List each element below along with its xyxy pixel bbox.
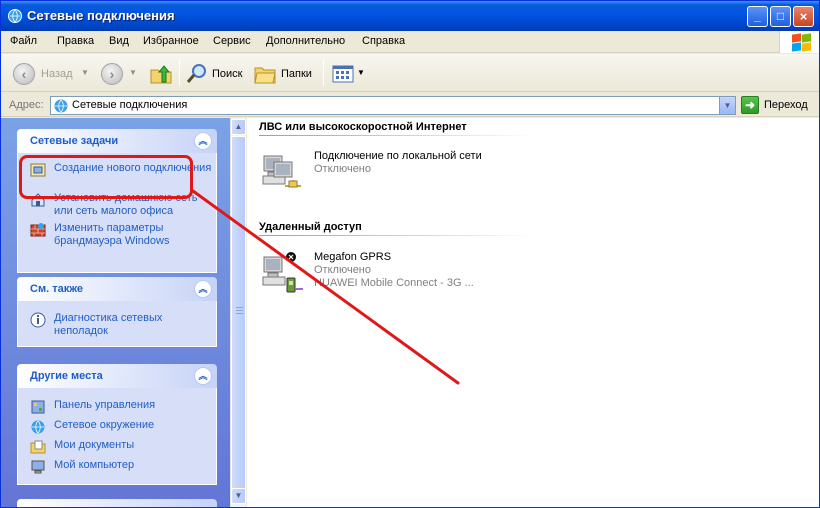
task-label[interactable]: Сетевое окружение <box>54 419 214 432</box>
lan-connection-icon <box>262 155 301 188</box>
panel-header[interactable]: См. также ︽ <box>17 277 217 301</box>
menu-advanced[interactable]: Дополнительно <box>266 35 345 47</box>
annotation-highlight-box <box>19 155 193 199</box>
folders-icon[interactable] <box>253 62 277 86</box>
task-label[interactable]: Изменить параметры брандмауэра Windows <box>54 222 214 248</box>
back-dropdown-icon[interactable]: ▼ <box>81 68 89 77</box>
task-label[interactable]: Панель управления <box>54 399 214 412</box>
collapse-chevron-icon[interactable]: ︽ <box>194 280 212 298</box>
window-title: Сетевые подключения <box>27 8 175 23</box>
network-places-icon <box>31 420 45 434</box>
forward-dropdown-icon[interactable]: ▼ <box>129 68 137 77</box>
minimize-button[interactable]: _ <box>747 6 768 27</box>
search-icon[interactable] <box>185 62 209 86</box>
connections-view: ЛВС или высокоскоростной Интернет Подклю… <box>247 118 819 507</box>
connection-device: HUAWEI Mobile Connect - 3G ... <box>314 277 474 289</box>
task-control-panel[interactable]: Панель управления <box>18 396 216 416</box>
dialup-connection-icon <box>262 252 303 293</box>
panel-title: См. также <box>30 283 83 295</box>
collapse-chevron-icon[interactable]: ︽ <box>194 132 212 150</box>
panel-title: Сетевые задачи <box>30 135 119 147</box>
connection-name: Megafon GPRS <box>314 251 392 263</box>
scroll-down-icon[interactable]: ▼ <box>231 488 246 504</box>
title-bar[interactable]: Сетевые подключения _ □ × <box>1 1 819 31</box>
panel-header[interactable]: Сетевые задачи ︽ <box>17 129 217 153</box>
panel-other-places: Другие места ︽ Панель управления Сетевое… <box>17 364 217 485</box>
menu-help[interactable]: Справка <box>362 35 405 47</box>
scroll-up-icon[interactable]: ▲ <box>231 119 246 135</box>
connection-status: Отключено <box>314 264 371 276</box>
group-title-dialup: Удаленный доступ <box>259 221 362 233</box>
my-documents-icon <box>30 440 46 454</box>
connection-name: Подключение по локальной сети <box>314 150 482 162</box>
close-button[interactable]: × <box>793 6 814 27</box>
menu-file[interactable]: Файл <box>10 35 37 47</box>
forward-arrow-icon[interactable]: › <box>101 63 123 85</box>
connection-text: Подключение по локальной сети Отключено <box>314 150 514 176</box>
task-pane-scrollbar[interactable]: ▲ ▼ <box>230 118 246 507</box>
task-my-computer[interactable]: Мой компьютер <box>18 456 216 476</box>
maximize-button[interactable]: □ <box>770 6 791 27</box>
connection-item-lan[interactable]: Подключение по локальной сети Отключено <box>261 150 521 198</box>
my-computer-icon <box>31 460 45 474</box>
windows-logo-icon <box>779 31 819 53</box>
task-label[interactable]: Мои документы <box>54 439 214 452</box>
group-title-lan: ЛВС или высокоскоростной Интернет <box>259 121 467 133</box>
go-button-label[interactable]: Переход <box>764 99 808 111</box>
toolbar-separator <box>179 60 180 86</box>
panel-body: Панель управления Сетевое окружение Мои … <box>17 388 217 485</box>
task-my-documents[interactable]: Мои документы <box>18 436 216 456</box>
search-button-label[interactable]: Поиск <box>212 68 242 80</box>
panel-network-tasks: Сетевые задачи ︽ Создание нового подключ… <box>17 129 217 273</box>
group-divider <box>259 135 537 136</box>
panel-see-also: См. также ︽ Диагностика сетевых неполадо… <box>17 277 217 347</box>
toolbar-separator <box>323 60 324 86</box>
menu-view[interactable]: Вид <box>109 35 129 47</box>
connection-text: Megafon GPRS Отключено HUAWEI Mobile Con… <box>314 251 514 290</box>
address-bar: Адрес: Сетевые подключения ▼ ➜ Переход <box>1 93 819 117</box>
info-icon <box>30 312 46 328</box>
panel-title: Другие места <box>30 370 103 382</box>
panel-header[interactable]: Другие места ︽ <box>17 364 217 388</box>
panel-header[interactable] <box>17 499 217 507</box>
task-label[interactable]: Диагностика сетевых неполадок <box>54 312 214 338</box>
explorer-window: Сетевые подключения _ □ × Файл Правка Ви… <box>0 0 820 508</box>
network-connections-icon <box>8 9 22 23</box>
address-input[interactable]: Сетевые подключения ▼ <box>50 96 736 115</box>
network-connections-icon <box>54 99 68 113</box>
menu-edit[interactable]: Правка <box>57 35 94 47</box>
go-arrow-icon[interactable]: ➜ <box>741 96 759 114</box>
connection-item-megafon[interactable]: Megafon GPRS Отключено HUAWEI Mobile Con… <box>261 251 521 299</box>
collapse-chevron-icon[interactable]: ︽ <box>194 367 212 385</box>
back-arrow-icon[interactable]: ‹ <box>13 63 35 85</box>
panel-details <box>17 499 217 507</box>
menu-favorites[interactable]: Избранное <box>143 35 199 47</box>
task-network-places[interactable]: Сетевое окружение <box>18 416 216 436</box>
menu-tools[interactable]: Сервис <box>213 35 251 47</box>
menu-bar: Файл Правка Вид Избранное Сервис Дополни… <box>1 31 819 53</box>
up-folder-icon[interactable] <box>149 62 173 86</box>
views-icon[interactable] <box>331 62 355 86</box>
address-value: Сетевые подключения <box>72 99 188 111</box>
control-panel-icon <box>31 400 45 414</box>
views-dropdown-icon[interactable]: ▼ <box>357 68 365 77</box>
folders-button-label[interactable]: Папки <box>281 68 312 80</box>
panel-body: Диагностика сетевых неполадок <box>17 301 217 347</box>
connection-status: Отключено <box>314 163 371 175</box>
scroll-thumb[interactable] <box>231 136 246 490</box>
firewall-icon <box>30 223 46 237</box>
task-diagnostics[interactable]: Диагностика сетевых неполадок <box>18 309 216 339</box>
group-divider <box>259 235 537 236</box>
back-button-label[interactable]: Назад <box>41 68 73 80</box>
task-firewall-settings[interactable]: Изменить параметры брандмауэра Windows <box>18 219 216 249</box>
address-label: Адрес: <box>9 99 44 111</box>
toolbar: ‹ Назад ▼ › ▼ Поиск Папки ▼ <box>1 54 819 92</box>
address-dropdown-icon[interactable]: ▼ <box>719 97 735 114</box>
task-label[interactable]: Мой компьютер <box>54 459 214 472</box>
